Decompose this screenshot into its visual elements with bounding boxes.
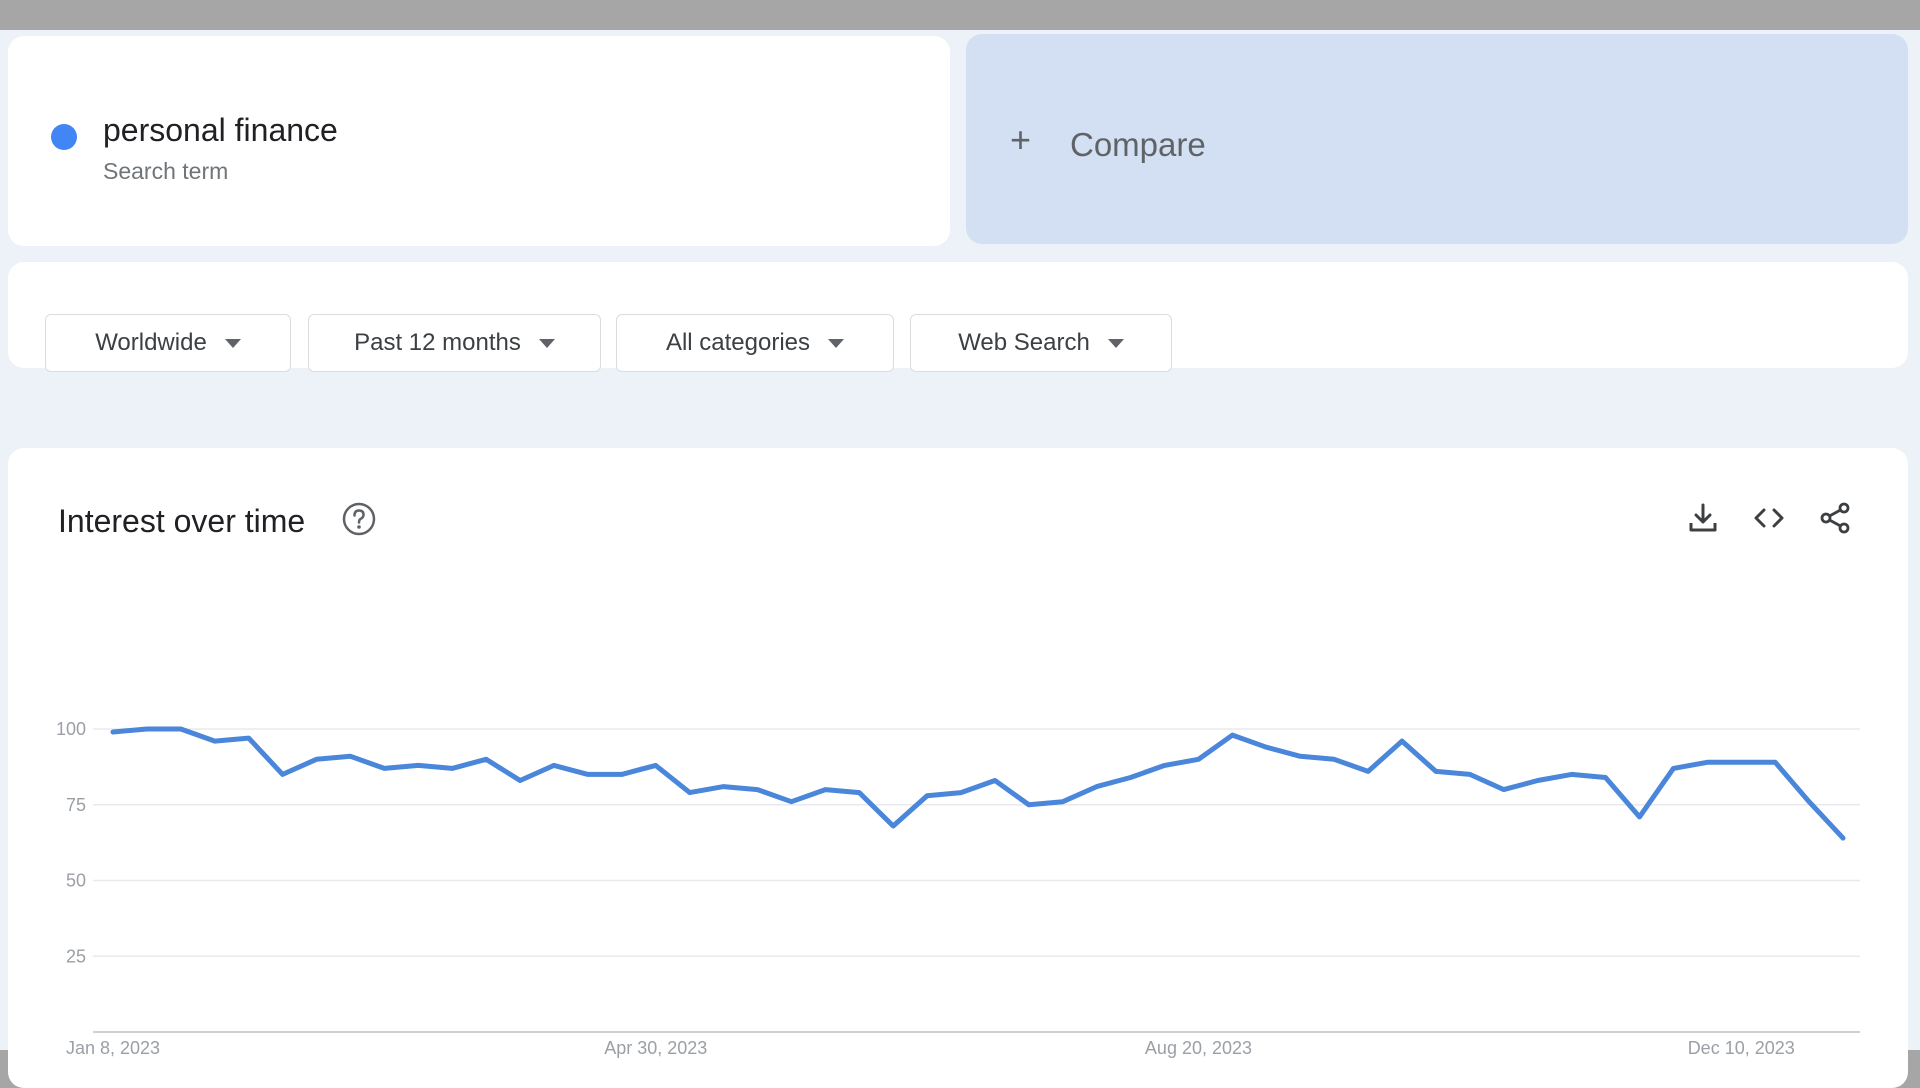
y-tick-label: 75 [66,795,86,815]
data-point[interactable] [958,790,964,795]
chevron-down-icon [224,338,241,348]
y-tick-label: 100 [56,719,86,739]
data-point[interactable] [517,778,523,783]
search-term-name: personal finance [103,112,338,148]
time-range-dropdown[interactable]: Past 12 months [308,314,601,372]
series-line-personal-finance[interactable] [110,726,1846,841]
data-point[interactable] [348,754,353,759]
trends-page: personal finance Search term + Compare W… [0,30,1920,1088]
data-point[interactable] [178,726,184,732]
x-tick-label: Dec 10, 2023 [1688,1038,1795,1058]
series-color-dot [51,124,77,150]
data-point[interactable] [687,790,692,795]
data-point[interactable] [1806,799,1812,804]
chevron-down-icon [1107,338,1124,348]
data-point[interactable] [1298,754,1303,759]
compare-button[interactable]: + Compare [966,34,1908,244]
data-point[interactable] [1433,769,1439,774]
chevron-down-icon [828,338,845,348]
data-point[interactable] [1467,772,1473,777]
data-point[interactable] [755,787,760,792]
data-point[interactable] [1162,763,1167,768]
data-point[interactable] [1128,775,1133,780]
region-dropdown-label: Worldwide [95,329,207,356]
data-point[interactable] [585,772,591,777]
line-chart: 25 50 75 100 Jan 8, 2023 Apr 30, 2023 Aug 20,… [56,719,1860,1058]
chevron-down-icon [538,338,555,348]
search-term-subtitle: Search term [103,158,229,184]
x-tick-label: Jan 8, 2023 [66,1038,160,1058]
data-point[interactable] [1603,775,1608,780]
data-point[interactable] [1026,802,1032,807]
data-point[interactable] [314,757,319,762]
data-point[interactable] [212,738,217,744]
region-dropdown[interactable]: Worldwide [45,314,291,372]
data-point[interactable] [924,793,930,798]
category-dropdown[interactable]: All categories [616,314,894,372]
data-point[interactable] [483,757,489,762]
plus-icon: + [1010,119,1032,160]
data-point[interactable] [416,763,421,768]
data-point[interactable] [1230,732,1235,738]
data-point[interactable] [1535,778,1540,783]
data-point[interactable] [1060,799,1066,804]
data-point[interactable] [857,790,862,795]
search-term-card[interactable]: personal finance Search term [8,36,950,246]
data-point[interactable] [1365,769,1371,774]
interest-over-time-card: Interest over time 25 50 75 100 Jan 8, 2023… [8,448,1908,1088]
data-point[interactable] [1569,772,1574,777]
compare-label: Compare [1070,126,1206,163]
search-type-dropdown[interactable]: Web Search [910,314,1172,372]
data-point[interactable] [789,799,794,804]
y-tick-label: 50 [66,871,86,891]
data-point[interactable] [1094,784,1099,789]
data-point[interactable] [1331,757,1337,762]
data-point[interactable] [280,772,285,777]
data-point[interactable] [1637,814,1642,820]
data-point[interactable] [1264,744,1269,750]
data-point[interactable] [246,735,251,741]
x-tick-label: Apr 30, 2023 [604,1038,707,1058]
data-point[interactable] [382,766,387,771]
data-point[interactable] [1705,760,1710,765]
y-tick-label: 25 [66,946,86,966]
data-point[interactable] [992,778,998,783]
data-point[interactable] [1399,738,1405,744]
data-point[interactable] [619,772,625,777]
data-point[interactable] [890,823,896,829]
data-point[interactable] [1840,835,1846,841]
search-type-dropdown-label: Web Search [958,329,1090,356]
data-point[interactable] [1772,760,1778,765]
data-point[interactable] [1196,757,1201,762]
data-point[interactable] [144,726,150,732]
data-point[interactable] [721,784,726,789]
data-point[interactable] [1671,766,1676,771]
time-range-dropdown-label: Past 12 months [354,329,521,356]
data-point[interactable] [1501,787,1506,792]
data-point[interactable] [551,763,557,768]
data-point[interactable] [823,787,828,792]
x-tick-label: Aug 20, 2023 [1145,1038,1252,1058]
data-point[interactable] [450,766,455,771]
data-point[interactable] [653,763,658,768]
category-dropdown-label: All categories [665,329,811,356]
data-point[interactable] [110,729,116,735]
data-point[interactable] [1739,760,1744,765]
filter-bar: Worldwide Past 12 months All categories … [8,262,1908,372]
